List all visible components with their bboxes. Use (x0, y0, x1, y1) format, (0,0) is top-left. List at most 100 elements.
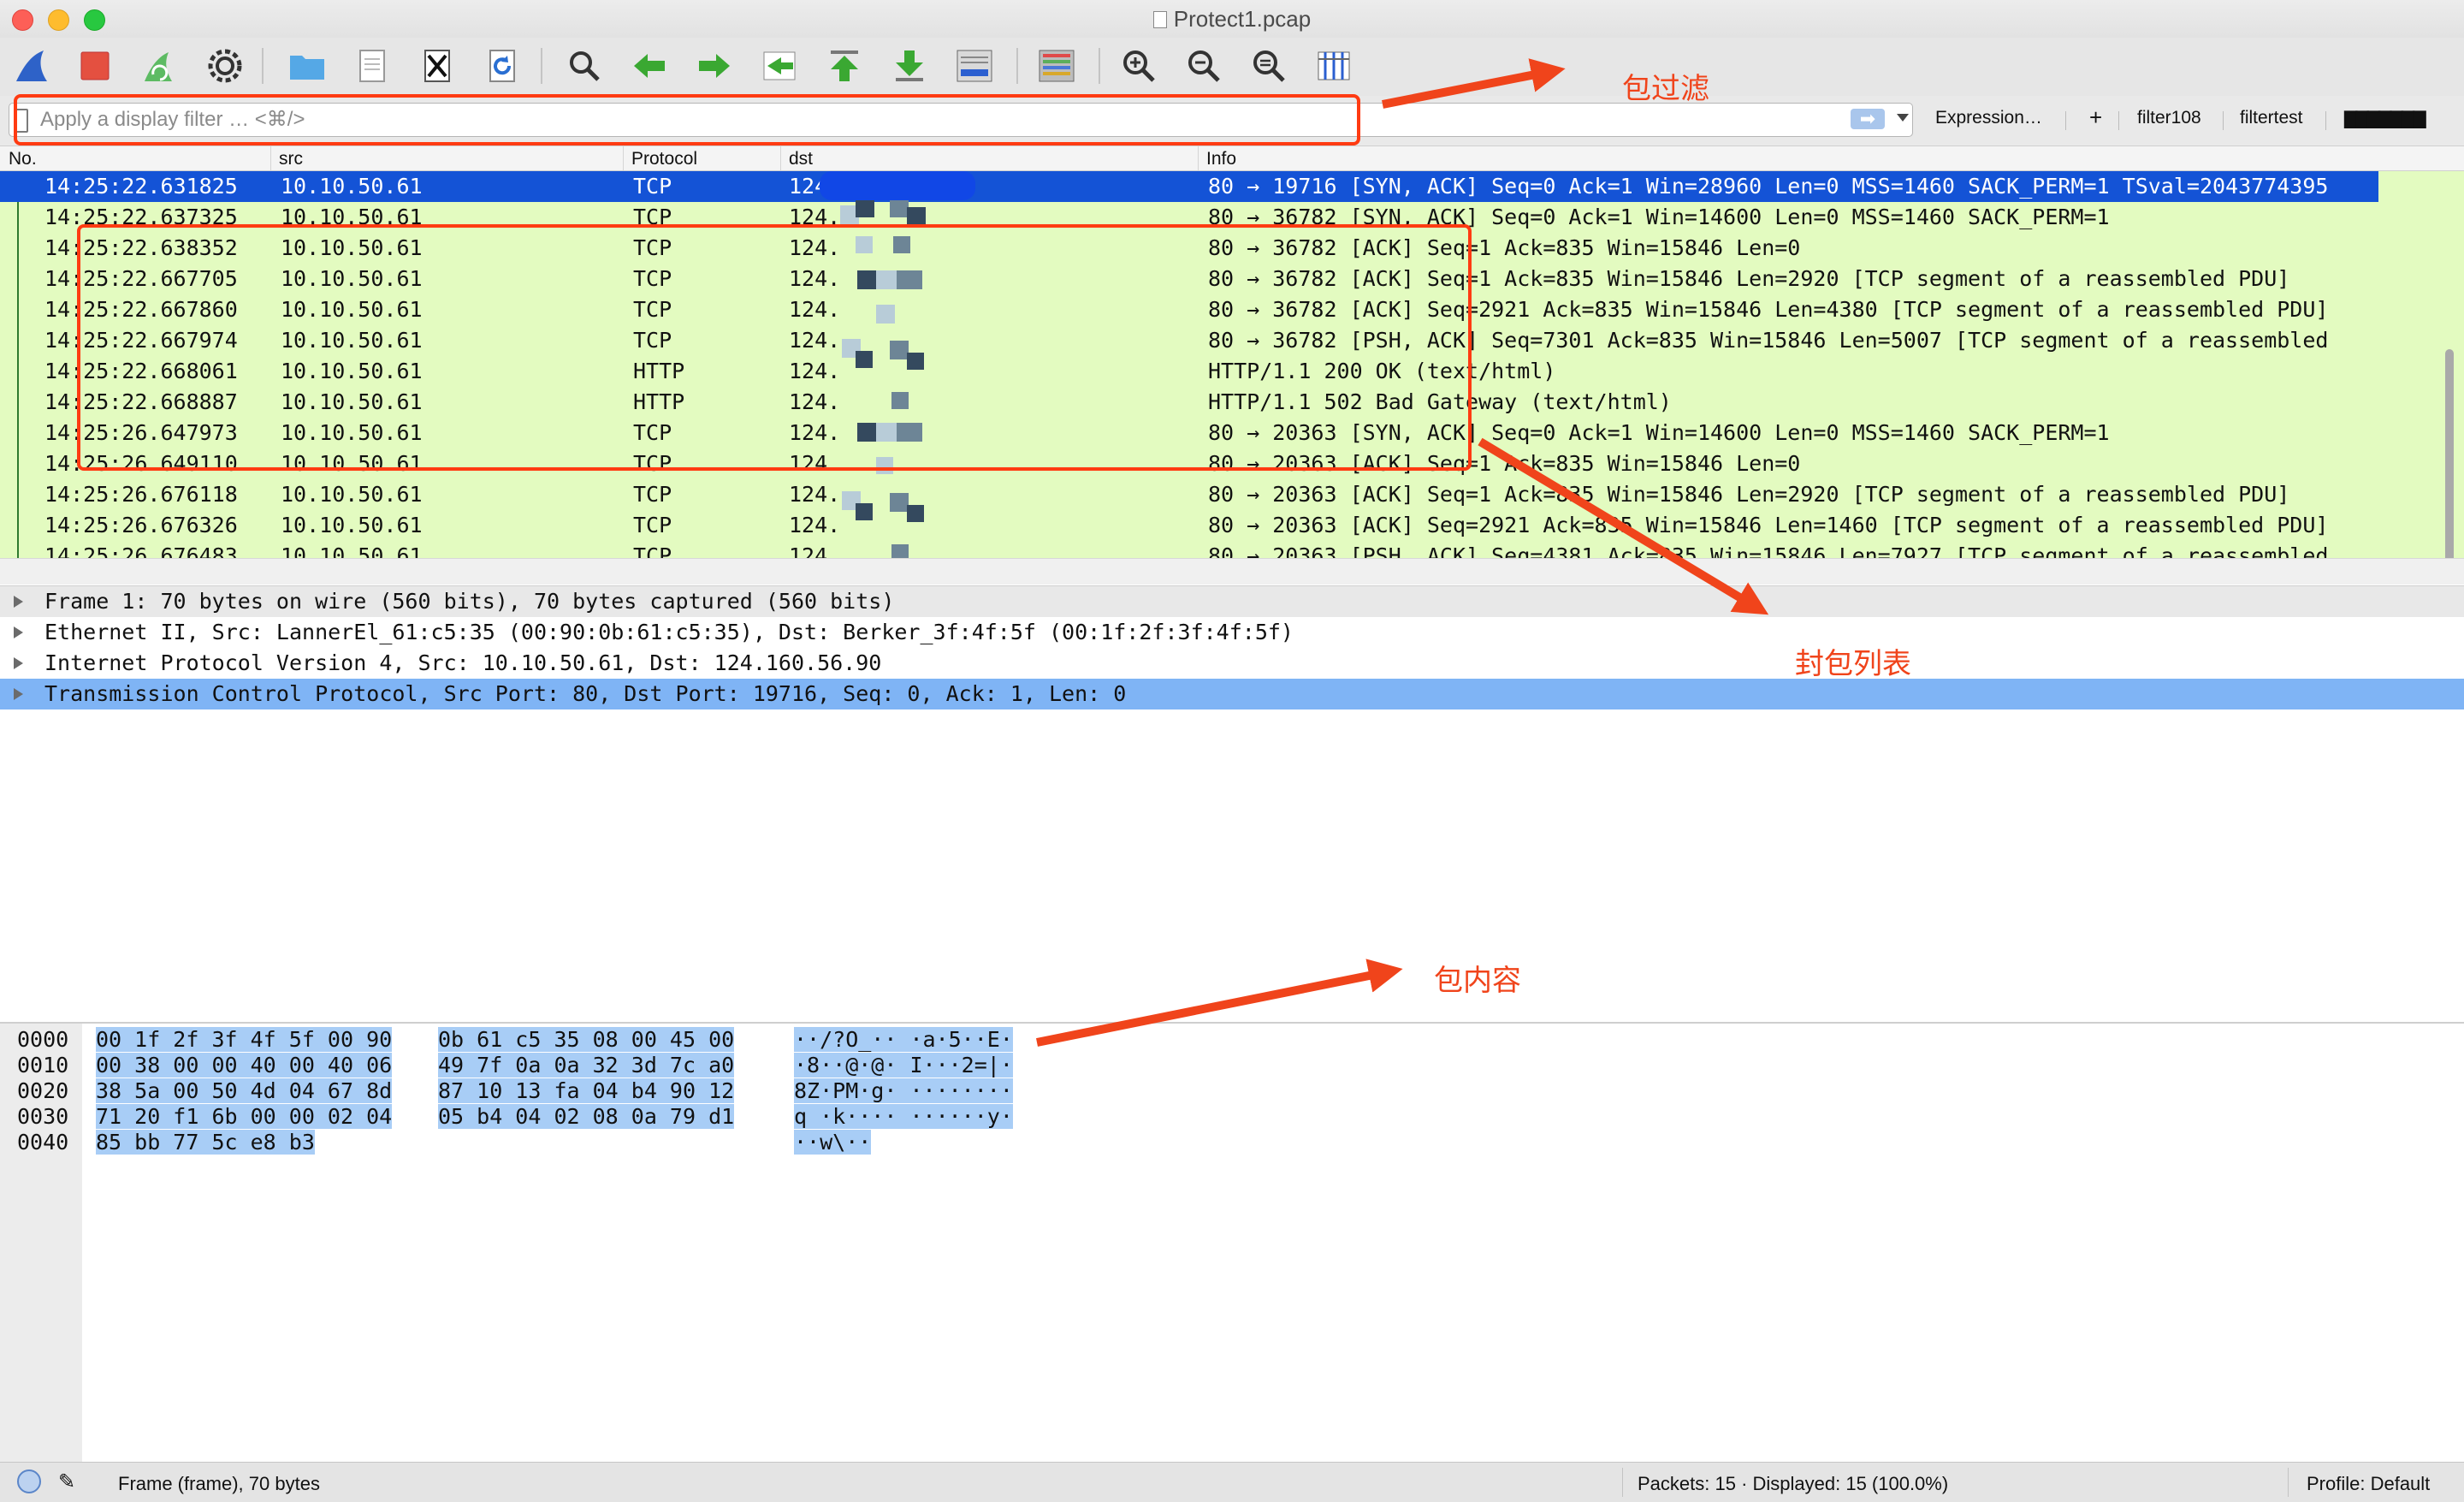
packet-row[interactable]: 14:25:26.649110 10.10.50.61 TCP 124. 80 … (0, 448, 2378, 479)
open-file-button[interactable] (284, 43, 330, 89)
expand-triangle-icon[interactable] (14, 596, 23, 608)
hex-bytes[interactable]: 0b 61 c5 35 08 00 45 00 (438, 1027, 735, 1052)
toolbar-separator (541, 48, 542, 84)
packet-info: 80 → 20363 [ACK] Seq=1 Ack=835 Win=15846… (1208, 482, 2290, 507)
ascii-bytes[interactable]: ·8··@·@· I···2=|· (794, 1053, 1013, 1078)
packet-row[interactable]: 14:25:22.667705 10.10.50.61 TCP 124. 80 … (0, 264, 2378, 294)
toolbar-separator (262, 48, 264, 84)
colorize-button[interactable] (1034, 43, 1080, 89)
packet-dst: 124. (789, 482, 841, 507)
column-separator[interactable] (270, 146, 271, 170)
scrollbar-thumb[interactable] (2445, 349, 2454, 584)
packet-row[interactable]: 14:25:22.667860 10.10.50.61 TCP 124. 80 … (0, 294, 2378, 325)
arrow-right-icon: ➡ (1859, 108, 1876, 129)
hex-bytes[interactable]: 85 bb 77 5c e8 b3 (96, 1130, 315, 1155)
filter-history-dropdown[interactable] (1897, 114, 1909, 122)
bookmark-icon[interactable] (15, 109, 28, 133)
expand-triangle-icon[interactable] (14, 657, 23, 669)
expert-info-icon[interactable] (17, 1469, 41, 1493)
hex-bytes[interactable]: 00 1f 2f 3f 4f 5f 00 90 (96, 1027, 393, 1052)
main-toolbar (0, 38, 2464, 96)
packet-dst: 124. (789, 359, 841, 383)
packet-dst: 124. (789, 420, 841, 445)
display-filter-input[interactable] (38, 105, 1839, 134)
packet-row[interactable]: 14:25:26.676326 10.10.50.61 TCP 124. 80 … (0, 510, 2378, 541)
status-profile[interactable]: Profile: Default (2307, 1473, 2430, 1495)
packet-row[interactable]: 14:25:22.668887 10.10.50.61 HTTP 124. HT… (0, 387, 2378, 418)
ascii-bytes[interactable]: 8Z·PM·g· ········ (794, 1078, 1013, 1103)
shark-fin-icon (16, 50, 47, 81)
ascii-bytes[interactable]: q ·k···· ······y· (794, 1104, 1013, 1129)
expand-triangle-icon[interactable] (14, 688, 23, 700)
packet-row[interactable]: 14:25:22.638352 10.10.50.61 TCP 124. 80 … (0, 233, 2378, 264)
start-capture-button[interactable] (9, 43, 55, 89)
resize-columns-button[interactable] (1311, 43, 1357, 89)
save-file-button[interactable] (349, 43, 395, 89)
packet-row[interactable]: 14:25:22.637325 10.10.50.61 TCP 124. 80 … (0, 202, 2378, 233)
packet-list-hscrollbar[interactable] (0, 558, 2464, 585)
column-header-src[interactable]: src (279, 149, 303, 169)
go-first-packet-button[interactable] (821, 43, 868, 89)
go-last-packet-button[interactable] (886, 43, 933, 89)
add-filter-button[interactable]: + (2089, 104, 2102, 131)
packet-time: 14:25:22.668887 (44, 389, 238, 414)
detail-tree-item-ethernet[interactable]: Ethernet II, Src: LannerEl_61:c5:35 (00:… (0, 617, 2464, 648)
ascii-bytes[interactable]: ··w\·· (794, 1130, 872, 1155)
detail-tree-item-tcp[interactable]: Transmission Control Protocol, Src Port:… (0, 679, 2464, 709)
column-header-info[interactable]: Info (1206, 149, 1236, 169)
column-header-protocol[interactable]: Protocol (631, 149, 697, 169)
zoom-in-button[interactable] (1116, 43, 1162, 89)
filter-button-filter108[interactable]: filter108 (2137, 108, 2201, 128)
redaction-mark (820, 171, 975, 200)
detail-tree-item-ipv4[interactable]: Internet Protocol Version 4, Src: 10.10.… (0, 648, 2464, 679)
reload-file-button[interactable] (479, 43, 525, 89)
hex-bytes[interactable]: 05 b4 04 02 08 0a 79 d1 (438, 1104, 735, 1129)
zoom-out-button[interactable] (1181, 43, 1227, 89)
packet-src: 10.10.50.61 (281, 174, 423, 199)
column-header-dst[interactable]: dst (789, 149, 813, 169)
packet-row[interactable]: 14:25:22.667974 10.10.50.61 TCP 124. 80 … (0, 325, 2378, 356)
column-separator[interactable] (623, 146, 624, 170)
packet-protocol: TCP (633, 266, 672, 291)
hex-bytes[interactable]: 00 38 00 00 40 00 40 06 (96, 1053, 393, 1078)
normal-size-button[interactable] (1246, 43, 1292, 89)
column-separator[interactable] (1198, 146, 1199, 170)
edit-comment-icon[interactable]: ✎ (58, 1469, 75, 1494)
go-forward-button[interactable] (691, 43, 737, 89)
go-back-button[interactable] (626, 43, 672, 89)
column-separator[interactable] (780, 146, 781, 170)
packet-protocol: TCP (633, 420, 672, 445)
capture-options-button[interactable] (202, 43, 248, 89)
ascii-bytes[interactable]: ··/?O_·· ·a·5··E· (794, 1027, 1013, 1052)
find-packet-button[interactable] (561, 43, 607, 89)
hex-bytes[interactable]: 87 10 13 fa 04 b4 90 12 (438, 1078, 735, 1103)
packet-list-scrollbar[interactable] (2440, 342, 2459, 584)
filter-separator (2065, 111, 2066, 130)
apply-filter-button[interactable]: ➡ (1851, 109, 1885, 129)
auto-scroll-button[interactable] (951, 43, 998, 89)
packet-row[interactable]: 14:25:26.647973 10.10.50.61 TCP 124. 80 … (0, 418, 2378, 448)
detail-tree-item-frame[interactable]: Frame 1: 70 bytes on wire (560 bits), 70… (0, 586, 2464, 617)
zoom-in-icon (1123, 50, 1155, 82)
hex-bytes[interactable]: 38 5a 00 50 4d 04 67 8d (96, 1078, 393, 1103)
packet-protocol: TCP (633, 205, 672, 229)
hex-bytes[interactable]: 71 20 f1 6b 00 00 02 04 (96, 1104, 393, 1129)
packet-dst: 124. (789, 389, 841, 414)
expression-button[interactable]: Expression… (1935, 108, 2042, 128)
close-file-button[interactable] (414, 43, 460, 89)
status-packet-count: Packets: 15 · Displayed: 15 (100.0%) (1638, 1473, 1949, 1494)
stop-capture-button[interactable] (72, 43, 118, 89)
packet-time: 14:25:26.676326 (44, 513, 238, 537)
display-filter-box: ➡ (9, 103, 1913, 137)
packet-row[interactable]: 14:25:26.676118 10.10.50.61 TCP 124. 80 … (0, 479, 2378, 510)
restart-capture-button[interactable] (135, 43, 181, 89)
resize-columns-icon (1318, 51, 1350, 80)
more-filters-button[interactable]: ▇▇▇▇▇▇▇ (2344, 108, 2426, 129)
go-to-packet-button[interactable] (756, 43, 803, 89)
column-header-no[interactable]: No. (9, 149, 37, 169)
packet-row[interactable]: 14:25:22.631825 10.10.50.61 TCP 124. 80 … (0, 171, 2378, 202)
expand-triangle-icon[interactable] (14, 626, 23, 638)
filter-button-filtertest[interactable]: filtertest (2240, 108, 2303, 128)
hex-bytes[interactable]: 49 7f 0a 0a 32 3d 7c a0 (438, 1053, 735, 1078)
packet-row[interactable]: 14:25:22.668061 10.10.50.61 HTTP 124. HT… (0, 356, 2378, 387)
